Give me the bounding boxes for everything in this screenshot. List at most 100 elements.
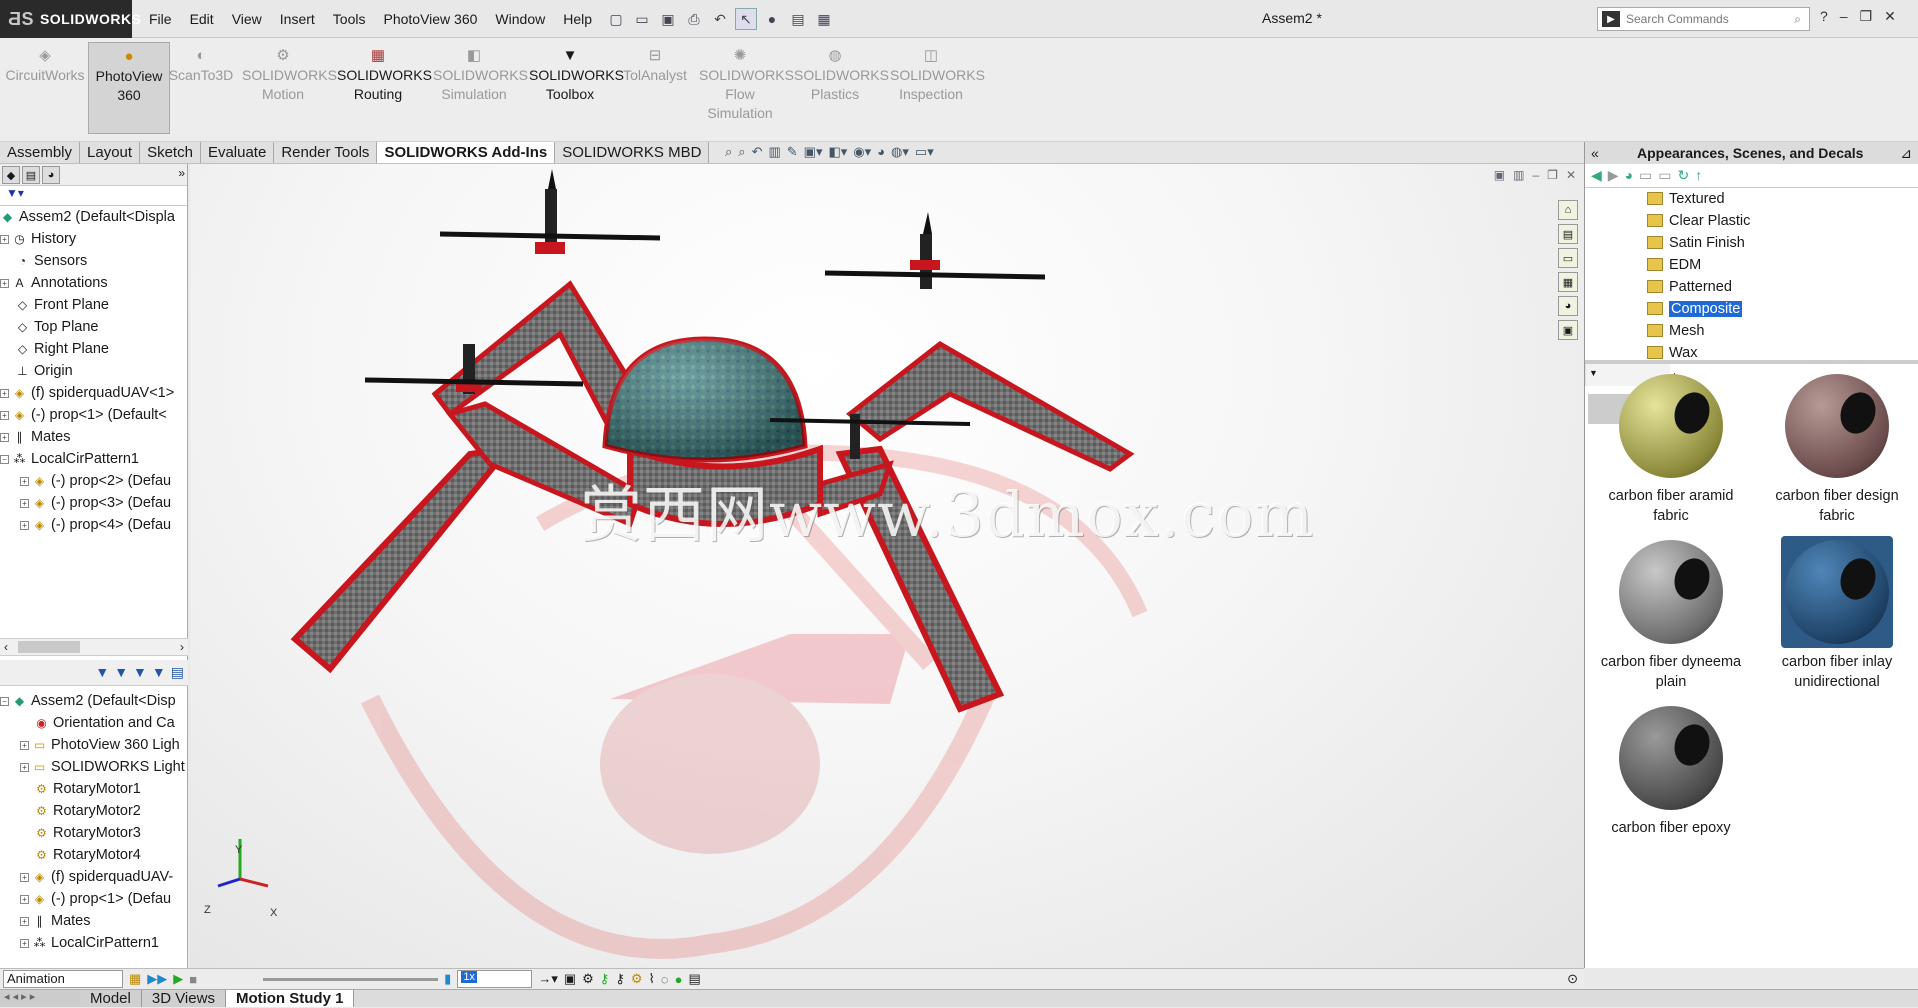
motion-item-orientation[interactable]: ◉ Orientation and Ca	[0, 712, 187, 734]
filter-driving-icon[interactable]: ▼	[114, 664, 128, 681]
tree-item-origin[interactable]: ⊥ Origin	[0, 360, 187, 382]
tab-render-tools[interactable]: Render Tools	[274, 142, 378, 163]
menu-file[interactable]: File	[140, 11, 181, 27]
display-style-icon[interactable]: ◧▾	[828, 144, 847, 160]
playback-mode-icon[interactable]: →▾	[538, 971, 558, 987]
folder-textured[interactable]: Textured	[1585, 188, 1918, 210]
tree-item-prop-3[interactable]: + ◈ (-) prop<3> (Defau	[0, 492, 187, 514]
propeller-2[interactable]	[824, 212, 1046, 289]
add-file-location-icon[interactable]: ▭	[1639, 167, 1652, 184]
restore-icon[interactable]: ❐	[1860, 8, 1873, 25]
collapse-motion-icon[interactable]: ⊙	[1567, 971, 1578, 987]
collapse-pane-icon[interactable]: «	[1591, 142, 1599, 164]
motion-item-prop-1[interactable]: + ◈ (-) prop<1> (Defau	[0, 888, 187, 910]
new-document-icon[interactable]: ▢	[605, 8, 627, 30]
folder-wax[interactable]: Wax	[1585, 342, 1918, 364]
motion-item-spiderquaduav[interactable]: + ◈ (f) spiderquadUAV-	[0, 866, 187, 888]
options-icon[interactable]: ▦	[813, 8, 835, 30]
filter-animation-icon[interactable]: ▼	[95, 664, 109, 681]
zoom-to-fit-icon[interactable]: ⌕	[725, 144, 732, 160]
tree-item-right-plane[interactable]: ◇ Right Plane	[0, 338, 187, 360]
view-palette-icon[interactable]: ▦	[1558, 272, 1578, 292]
viewport-minimize-icon[interactable]: –	[1532, 168, 1539, 182]
study-type-select[interactable]: Animation	[3, 970, 123, 988]
save-animation-icon[interactable]: ▣	[564, 971, 576, 987]
folder-satin-finish[interactable]: Satin Finish	[1585, 232, 1918, 254]
menu-insert[interactable]: Insert	[271, 11, 324, 27]
tree-item-front-plane[interactable]: ◇ Front Plane	[0, 294, 187, 316]
apply-scene-icon[interactable]: ◍▾	[891, 144, 909, 160]
feature-manager-tab-icon[interactable]: ◆	[2, 166, 20, 184]
appearances-icon[interactable]: ◕	[1558, 296, 1578, 316]
display-manager-tab-icon[interactable]: ◕	[42, 166, 60, 184]
swatch-carbon-fiber-aramid-fabric[interactable]: carbon fiber aramid fabric	[1591, 370, 1751, 526]
tree-item-top-plane[interactable]: ◇ Top Plane	[0, 316, 187, 338]
leg-front-left[interactable]	[290, 445, 516, 674]
tree-item-sensors[interactable]: ◔ Sensors	[0, 250, 187, 272]
cmd-solidworks-routing[interactable]: ▦ SOLIDWORKS Routing	[337, 42, 432, 134]
tree-item-spiderquaduav[interactable]: + ◈ (f) spiderquadUAV<1>	[0, 382, 187, 404]
tile-icon[interactable]: ▣	[1494, 168, 1505, 182]
pin-icon[interactable]: ⊿	[1900, 142, 1912, 164]
tab-solidworks-add-ins[interactable]: SOLIDWORKS Add-Ins	[377, 142, 556, 163]
motion-item-photoview-lights[interactable]: + ▭ PhotoView 360 Ligh	[0, 734, 187, 756]
folder-edm[interactable]: EDM	[1585, 254, 1918, 276]
contact-icon[interactable]: ◌	[661, 972, 669, 987]
filter-collapse-icon[interactable]: ▤	[171, 664, 184, 681]
autokey-icon[interactable]: ⚷	[600, 971, 610, 987]
motion-item-solidworks-lights[interactable]: + ▭ SOLIDWORKS Light	[0, 756, 187, 778]
solidworks-logo[interactable]: ƋS SOLIDWORKS	[0, 0, 141, 38]
calculate-icon[interactable]: ▦	[129, 971, 141, 987]
stop-icon[interactable]: ■	[189, 972, 197, 987]
motion-item-rotarymotor1[interactable]: ⚙ RotaryMotor1	[0, 778, 187, 800]
view-orientation-icon[interactable]: ▣▾	[804, 144, 823, 160]
dynamic-annotation-icon[interactable]: ✎	[787, 144, 798, 160]
search-commands-input[interactable]: Search Commands	[1626, 12, 1729, 26]
tab-evaluate[interactable]: Evaluate	[200, 142, 275, 163]
cmd-photoview-360[interactable]: ● PhotoView 360	[88, 42, 170, 134]
tab-model[interactable]: Model	[80, 990, 142, 1007]
drone-model[interactable]	[190, 164, 1584, 968]
hide-show-icon[interactable]: ◉▾	[853, 144, 871, 160]
tree-item-prop-2[interactable]: + ◈ (-) prop<2> (Defau	[0, 470, 187, 492]
playback-slider[interactable]	[263, 977, 439, 981]
undo-icon[interactable]: ↶	[709, 8, 731, 30]
motion-item-rotarymotor2[interactable]: ⚙ RotaryMotor2	[0, 800, 187, 822]
edit-appearance-icon[interactable]: ◕	[877, 144, 885, 160]
playback-marker-icon[interactable]: ▮	[444, 971, 451, 987]
refresh-icon[interactable]: ↻	[1678, 167, 1690, 184]
gravity-icon[interactable]: ●	[675, 972, 683, 987]
motion-item-rotarymotor3[interactable]: ⚙ RotaryMotor3	[0, 822, 187, 844]
filter-results-icon[interactable]: ▼	[152, 664, 166, 681]
tab-assembly[interactable]: Assembly	[0, 142, 81, 163]
file-explorer-icon[interactable]: ▭	[1558, 248, 1578, 268]
search-commands[interactable]: ▶ Search Commands ⌕	[1597, 7, 1810, 31]
save-icon[interactable]: ▣	[657, 8, 679, 30]
traffic-light-icon[interactable]: ●	[761, 8, 783, 30]
viewport-close-icon[interactable]: ✕	[1566, 168, 1576, 182]
motion-item-assem2[interactable]: − ◆ Assem2 (Default<Disp	[0, 690, 187, 712]
menu-help[interactable]: Help	[554, 11, 601, 27]
swatch-carbon-fiber-design-fabric[interactable]: carbon fiber design fabric	[1757, 370, 1917, 526]
close-icon[interactable]: ✕	[1884, 8, 1896, 25]
cmd-circuitworks[interactable]: ◈ CircuitWorks	[4, 42, 86, 134]
help-icon[interactable]: ?	[1820, 8, 1828, 25]
design-library-icon[interactable]: ▤	[1558, 224, 1578, 244]
open-folder-icon[interactable]: ▭	[631, 8, 653, 30]
tab-motion-study-1[interactable]: Motion Study 1	[225, 990, 355, 1007]
cmd-tolanalyst[interactable]: ⊟ TolAnalyst	[614, 42, 696, 134]
results-icon[interactable]: ▤	[688, 971, 700, 987]
play-icon[interactable]: ▶	[173, 971, 183, 987]
swatch-carbon-fiber-epoxy[interactable]: carbon fiber epoxy	[1591, 702, 1751, 838]
swatch-carbon-fiber-inlay-unidirectional[interactable]: carbon fiber inlay unidirectional	[1757, 536, 1917, 692]
search-icon[interactable]: ⌕	[1794, 12, 1801, 27]
tab-layout[interactable]: Layout	[80, 142, 141, 163]
tree-item-prop-1[interactable]: + ◈ (-) prop<1> (Default<	[0, 404, 187, 426]
section-view-icon[interactable]: ▥	[768, 144, 780, 160]
spring-icon[interactable]: ⌇	[649, 971, 655, 987]
cmd-solidworks-plastics[interactable]: ◍ SOLIDWORKS Plastics	[794, 42, 889, 134]
tree-horizontal-scrollbar[interactable]: ‹ ›	[0, 638, 188, 656]
print-icon[interactable]: ⎙	[683, 8, 705, 30]
graphics-area[interactable]: Y X Z 赏西网www.3dmox.com ▣ ▥ – ❐ ✕	[190, 164, 1584, 968]
folder-composite[interactable]: Composite	[1585, 298, 1918, 320]
